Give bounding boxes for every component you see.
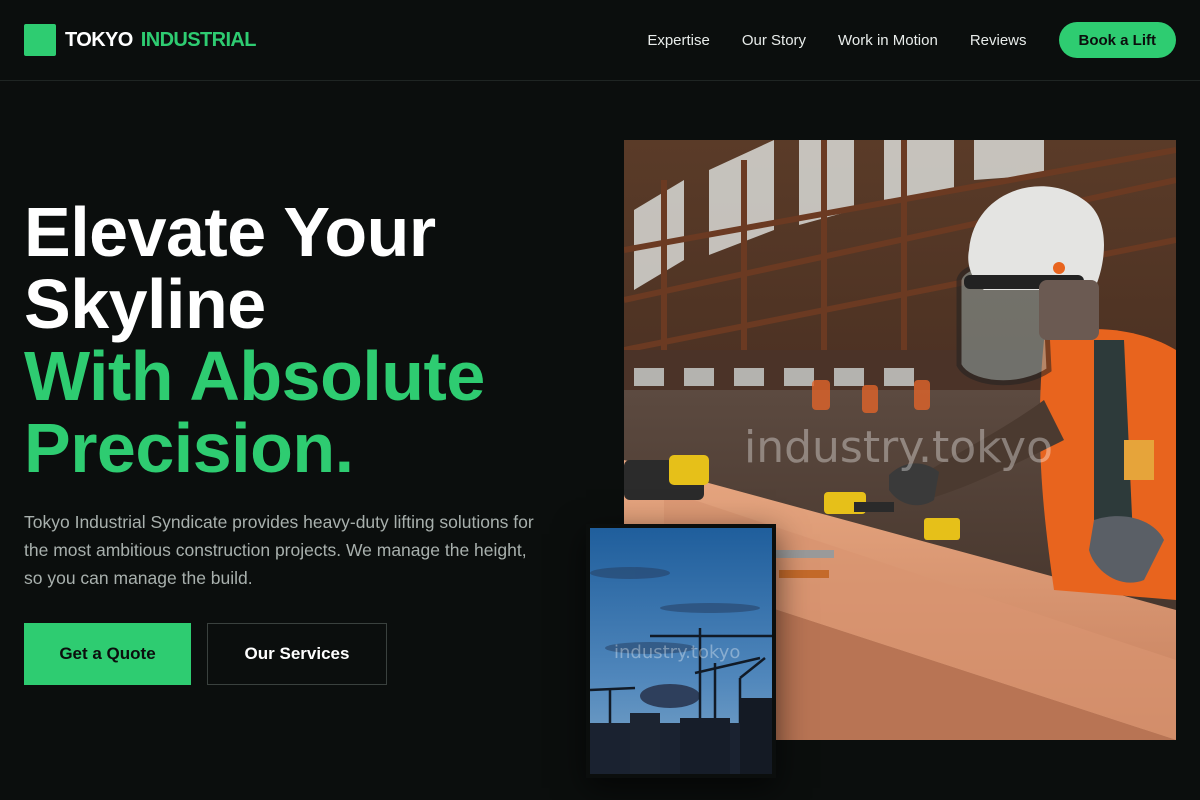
hero-title-line-1: Elevate Your (24, 193, 436, 271)
book-a-lift-button[interactable]: Book a Lift (1058, 22, 1176, 58)
nav-link-our-story[interactable]: Our Story (742, 32, 806, 49)
logo-name: TOKYO (65, 28, 133, 51)
hero-accent-line-1: With Absolute (24, 337, 485, 415)
nav-link-expertise[interactable]: Expertise (647, 32, 710, 49)
logo[interactable]: TOKYO INDUSTRIAL (24, 24, 256, 56)
nav-link-reviews[interactable]: Reviews (970, 32, 1027, 49)
site-header: TOKYO INDUSTRIAL Expertise Our Story Wor… (0, 0, 1200, 81)
logo-accent: INDUSTRIAL (140, 28, 257, 51)
cranes-skyline-photo: industry.tokyo (586, 524, 776, 778)
hero-accent-line-2: Precision. (24, 409, 354, 487)
cranes-skyline-illustration (590, 528, 772, 774)
main-nav: Expertise Our Story Work in Motion Revie… (647, 22, 1176, 58)
hero-title-line-2: Skyline (24, 265, 266, 343)
hero-title: Elevate Your Skyline With Absolute Preci… (24, 196, 584, 484)
logo-mark-icon (24, 24, 56, 56)
our-services-button[interactable]: Our Services (207, 623, 387, 685)
hero-description: Tokyo Industrial Syndicate provides heav… (24, 512, 534, 588)
get-a-quote-button[interactable]: Get a Quote (24, 623, 191, 685)
nav-link-work-in-motion[interactable]: Work in Motion (838, 32, 938, 49)
